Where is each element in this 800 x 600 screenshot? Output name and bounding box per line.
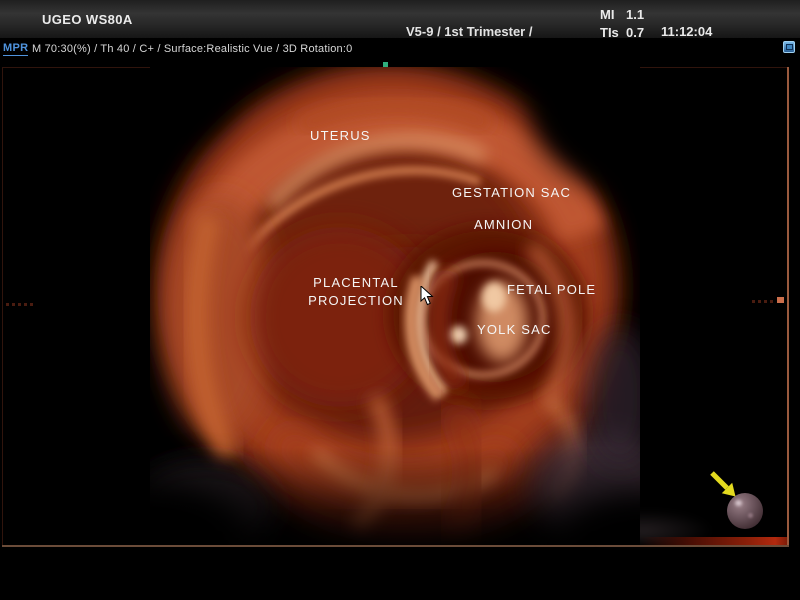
annotation-amnion: AMNION bbox=[474, 217, 533, 232]
frame-right-line bbox=[787, 67, 789, 547]
mi-value: 1.1 bbox=[626, 7, 644, 22]
depth-dot bbox=[6, 303, 9, 306]
frame-bottom-line bbox=[2, 545, 789, 547]
render-edge-red-strip bbox=[640, 537, 787, 545]
ti-value: 0.7 bbox=[626, 25, 644, 40]
top-status-bar: UGEO WS80A V5-9 / 1st Trimester / MI1.1 … bbox=[0, 0, 800, 40]
mi-label: MI bbox=[600, 6, 626, 24]
mode-status-bar: MPR M 70:30(%) / Th 40 / C+ / Surface:Re… bbox=[0, 40, 800, 58]
depth-dot bbox=[770, 300, 773, 303]
frame-left-line bbox=[2, 67, 3, 546]
depth-dot bbox=[752, 300, 755, 303]
render-parameters: M 70:30(%) / Th 40 / C+ / Surface:Realis… bbox=[32, 43, 352, 55]
depth-dot bbox=[758, 300, 761, 303]
depth-dot bbox=[12, 303, 15, 306]
transducer-preset: V5-9 / 1st Trimester / bbox=[406, 24, 532, 39]
depth-dot bbox=[18, 303, 21, 306]
depth-dot bbox=[24, 303, 27, 306]
annotation-placental-line2: PROJECTION bbox=[298, 292, 414, 310]
annotation-gestation-sac: GESTATION SAC bbox=[452, 185, 571, 200]
focus-marker bbox=[777, 297, 784, 303]
annotation-fetal-pole: FETAL POLE bbox=[507, 282, 596, 297]
annotation-yolk-sac: YOLK SAC bbox=[477, 322, 552, 337]
clock: 11:12:04 bbox=[661, 24, 712, 39]
mouse-cursor-icon bbox=[420, 286, 434, 306]
cue-ball-secondary-highlight bbox=[748, 513, 753, 518]
depth-dot bbox=[30, 303, 33, 306]
annotation-placental-line1: PLACENTAL bbox=[298, 274, 414, 292]
mpr-mode-badge[interactable]: MPR bbox=[3, 42, 28, 56]
acoustic-indices: MI1.1 TIs0.7 bbox=[600, 6, 644, 42]
machine-name: UGEO WS80A bbox=[42, 12, 133, 27]
window-icon-glyph bbox=[786, 44, 793, 50]
annotation-placental-projection: PLACENTAL PROJECTION bbox=[298, 274, 414, 310]
window-icon[interactable] bbox=[783, 41, 795, 53]
mi-row: MI1.1 bbox=[600, 6, 644, 24]
annotation-uterus: UTERUS bbox=[310, 128, 371, 143]
ultrasound-screen: UGEO WS80A V5-9 / 1st Trimester / MI1.1 … bbox=[0, 0, 800, 600]
depth-dot bbox=[764, 300, 767, 303]
pointer-arrow-icon bbox=[708, 470, 742, 504]
